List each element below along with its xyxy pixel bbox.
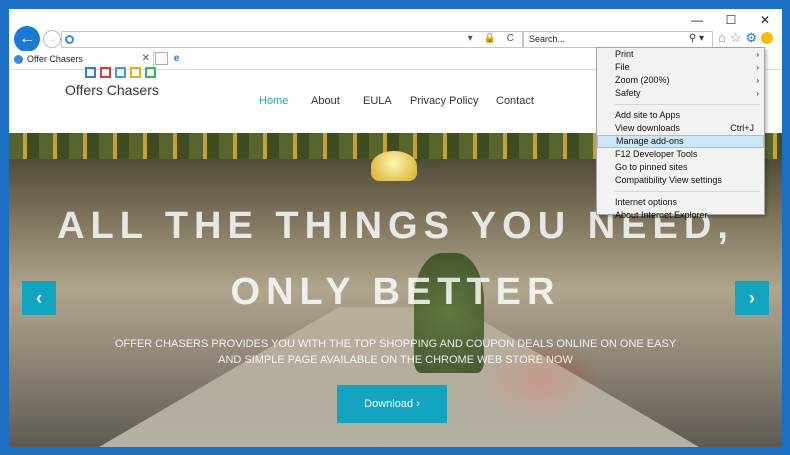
menu-item-label: F12 Developer Tools	[615, 149, 698, 159]
logo-box-0	[85, 67, 96, 78]
forward-button[interactable]: →	[43, 30, 61, 48]
search-icon[interactable]: ⚲ ▾	[689, 33, 704, 44]
toolbar-icons: ⌂ ☆ ⚙	[718, 30, 774, 46]
menu-item[interactable]: F12 Developer Tools	[597, 148, 764, 161]
logo-boxes-icon	[85, 67, 161, 78]
menu-item-label: Zoom (200%)	[615, 75, 670, 85]
submenu-arrow-icon: ›	[756, 63, 759, 72]
ie-logo-icon[interactable]: e	[170, 52, 183, 65]
menu-shortcut: Ctrl+J	[730, 123, 754, 133]
menu-item[interactable]: Manage add-ons	[597, 135, 764, 148]
chevron-right-icon: ›	[749, 287, 755, 308]
tab-title: Offer Chasers	[27, 54, 83, 64]
menu-item[interactable]: Print ›	[597, 48, 764, 61]
menu-item-label: Manage add-ons	[616, 136, 684, 146]
menu-item[interactable]: About Internet Explorer	[597, 209, 764, 222]
nav-home[interactable]: Home	[259, 95, 288, 107]
logo-box-1	[100, 67, 111, 78]
hero-description: OFFER CHASERS PROVIDES YOU WITH THE TOP …	[114, 338, 677, 366]
arrow-right-icon: →	[47, 33, 57, 45]
menu-item[interactable]: File ›	[597, 61, 764, 74]
mall-floor	[99, 307, 699, 447]
slider-next-button[interactable]: ›	[735, 281, 769, 315]
hero-headline-2: ONLY BETTER	[230, 271, 561, 313]
menu-item-label: Safety	[615, 88, 641, 98]
download-button[interactable]: Download ›	[337, 385, 447, 423]
menu-item[interactable]: Go to pinned sites	[597, 161, 764, 174]
favorites-star-icon[interactable]: ☆	[730, 30, 742, 46]
logo-box-2	[115, 67, 126, 78]
nav-contact[interactable]: Contact	[496, 95, 534, 107]
home-icon[interactable]: ⌂	[718, 30, 726, 46]
submenu-arrow-icon: ›	[756, 76, 759, 85]
menu-item[interactable]: Safety ›	[597, 87, 764, 100]
menu-item-label: About Internet Explorer	[615, 210, 708, 220]
chandelier	[371, 151, 417, 181]
logo-box-3	[130, 67, 141, 78]
close-button[interactable]: ✕	[748, 9, 782, 31]
minimize-button[interactable]: —	[680, 9, 714, 31]
window-controls: — ☐ ✕	[680, 9, 782, 31]
back-button[interactable]: ←	[14, 26, 40, 52]
menu-item[interactable]: Add site to Apps	[597, 109, 764, 122]
search-placeholder: Search...	[529, 34, 566, 44]
menu-item-label: Add site to Apps	[615, 110, 681, 120]
menu-item-label: View downloads	[615, 123, 680, 133]
menu-item-label: Compatibility View settings	[615, 175, 722, 185]
menu-item[interactable]: View downloads Ctrl+J	[597, 122, 764, 135]
nav-eula[interactable]: EULA	[363, 95, 392, 107]
menu-separator	[615, 100, 760, 105]
menu-item-label: Internet options	[615, 197, 678, 207]
maximize-button[interactable]: ☐	[714, 9, 748, 31]
tab-close-icon[interactable]: ✕	[142, 53, 150, 64]
submenu-arrow-icon: ›	[756, 50, 759, 59]
menu-item-label: Go to pinned sites	[615, 162, 688, 172]
search-input[interactable]: Search... ⚲ ▾	[523, 31, 713, 48]
nav-privacy-policy[interactable]: Privacy Policy	[410, 95, 478, 107]
tools-menu: Print › File › Zoom (200%) › Safety › Add site t…	[596, 47, 765, 220]
chevron-left-icon: ‹	[36, 287, 42, 308]
menu-item[interactable]: Compatibility View settings	[597, 174, 764, 187]
new-tab-button[interactable]	[155, 52, 168, 65]
menu-item[interactable]: Internet options	[597, 196, 764, 209]
logo-box-4	[145, 67, 156, 78]
menu-separator	[615, 187, 760, 192]
feedback-smiley-icon[interactable]	[761, 32, 774, 44]
nav-about[interactable]: About	[311, 95, 340, 107]
arrow-left-icon: ←	[19, 30, 35, 47]
address-controls[interactable]: ▾ 🔒 C	[468, 33, 518, 44]
tab-favicon-icon	[14, 55, 23, 64]
gear-icon[interactable]: ⚙	[746, 30, 758, 46]
menu-item[interactable]: Zoom (200%) ›	[597, 74, 764, 87]
submenu-arrow-icon: ›	[756, 89, 759, 98]
site-favicon-icon	[65, 35, 74, 44]
slider-prev-button[interactable]: ‹	[22, 281, 56, 315]
menu-item-label: File	[615, 62, 630, 72]
address-bar[interactable]: ▾ 🔒 C	[61, 31, 523, 48]
menu-item-label: Print	[615, 49, 634, 59]
browser-window: — ☐ ✕ ← → ▾ 🔒 C Search... ⚲ ▾ ⌂ ☆ ⚙ Offe…	[9, 9, 782, 447]
site-logo[interactable]: Offers Chasers	[65, 67, 161, 98]
